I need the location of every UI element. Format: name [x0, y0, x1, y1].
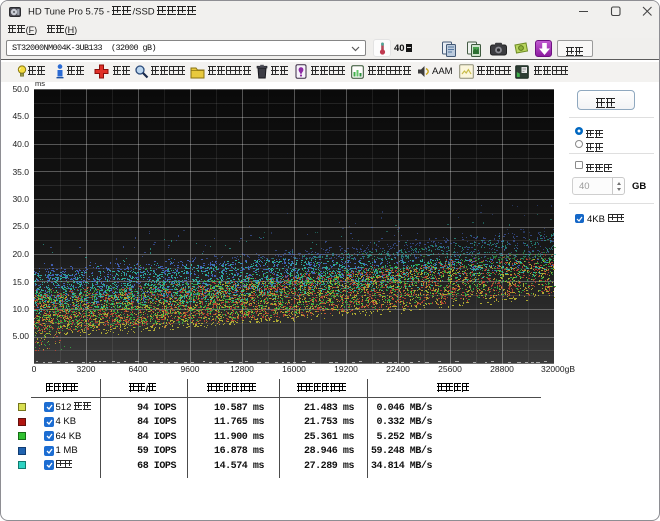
svg-text:30.0: 30.0 [12, 194, 29, 204]
svg-text:32000gB: 32000gB [541, 364, 575, 374]
svg-text:3200: 3200 [77, 364, 96, 374]
svg-text:12800: 12800 [230, 364, 254, 374]
svg-text:28800: 28800 [490, 364, 514, 374]
svg-text:9600: 9600 [181, 364, 200, 374]
svg-text:15.0: 15.0 [12, 277, 29, 287]
svg-text:25.0: 25.0 [12, 221, 29, 231]
svg-text:20.0: 20.0 [12, 249, 29, 259]
svg-text:6400: 6400 [129, 364, 148, 374]
svg-text:25600: 25600 [438, 364, 462, 374]
svg-text:50.0: 50.0 [12, 84, 29, 94]
svg-text:10.0: 10.0 [12, 304, 29, 314]
svg-text:35.0: 35.0 [12, 167, 29, 177]
svg-text:16000: 16000 [282, 364, 306, 374]
svg-text:0: 0 [32, 364, 37, 374]
svg-text:ms: ms [35, 79, 45, 88]
svg-text:5.00: 5.00 [12, 331, 29, 341]
svg-text:45.0: 45.0 [12, 111, 29, 121]
svg-text:40.0: 40.0 [12, 139, 29, 149]
svg-text:22400: 22400 [386, 364, 410, 374]
svg-text:19200: 19200 [334, 364, 358, 374]
